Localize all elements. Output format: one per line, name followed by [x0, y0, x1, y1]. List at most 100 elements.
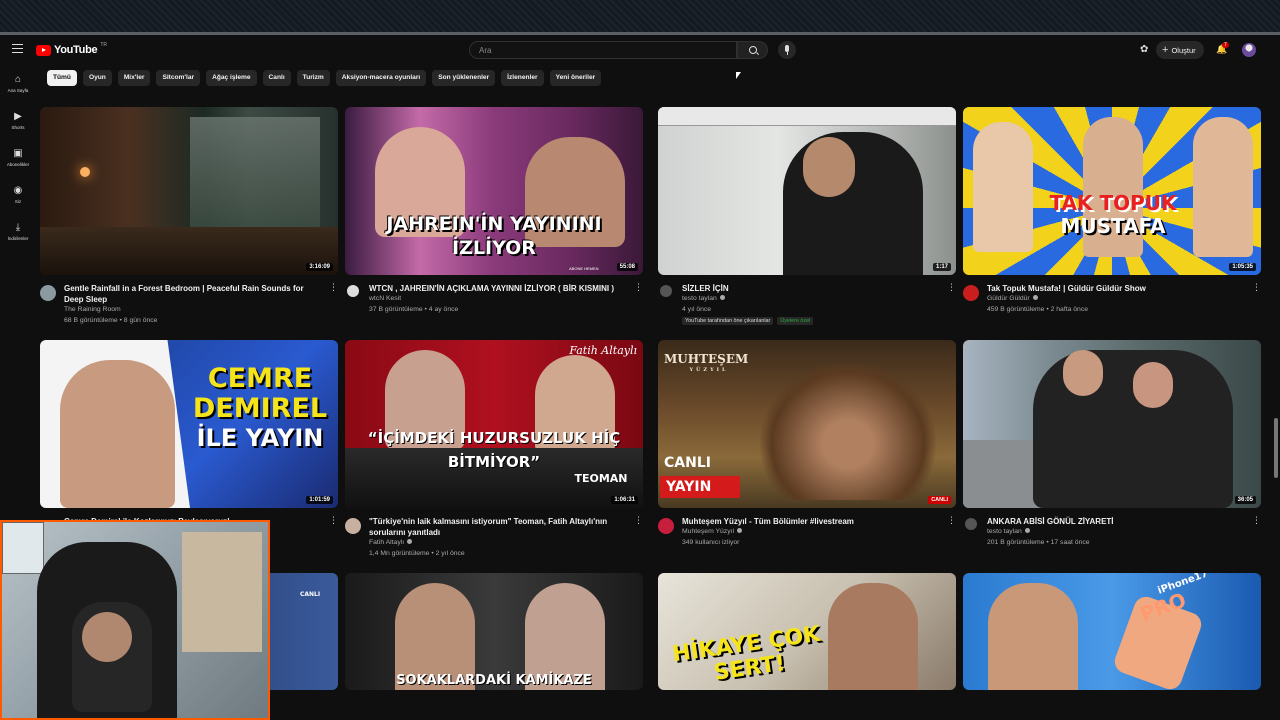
video-thumbnail[interactable]: SOKAKLARDAKİ KAMİKAZE: [345, 573, 643, 690]
video-thumbnail[interactable]: MUHTEŞEM YÜZYIL CANLI YAYIN CANLI: [658, 340, 956, 508]
video-card[interactable]: 1:17 SİZLER İÇİN testo taylan 4 yıl önce…: [658, 107, 956, 335]
thumbnail-text-line3: İLE YAYIN: [196, 424, 324, 452]
video-thumbnail[interactable]: TAK TOPUK MUSTAFA 1:05:35: [963, 107, 1261, 275]
video-stats: 201 B görüntüleme • 17 saat önce: [987, 539, 1090, 546]
video-thumbnail[interactable]: “İÇİMDEKİ HUZURSUZLUK HİÇ BİTMİYOR” TEOM…: [345, 340, 643, 508]
video-thumbnail[interactable]: JAHREIN'İN YAYININI İZLİYOR ABONE HEMEN …: [345, 107, 643, 275]
video-title[interactable]: Tak Topuk Mustafa! | Güldür Güldür Show: [987, 283, 1245, 294]
video-thumbnail[interactable]: HİKAYE ÇOK SERT!: [658, 573, 956, 690]
more-options-icon[interactable]: ⋮: [947, 283, 956, 292]
chip-gaming[interactable]: Oyun: [82, 70, 112, 86]
thumbnail-logo: MUHTEŞEM: [664, 352, 749, 366]
channel-avatar[interactable]: [660, 285, 672, 297]
more-options-icon[interactable]: ⋮: [634, 283, 643, 292]
youtube-logo[interactable]: YouTube TR: [36, 42, 107, 56]
channel-name[interactable]: wtcN Kesit: [369, 295, 401, 302]
cast-icon[interactable]: ✿: [1140, 45, 1150, 55]
video-title[interactable]: ANKARA ABİSİ GÖNÜL ZİYARETİ: [987, 516, 1245, 527]
chip-tourism[interactable]: Turizm: [296, 70, 330, 86]
channel-avatar[interactable]: [345, 518, 361, 534]
more-options-icon[interactable]: ⋮: [634, 516, 643, 525]
channel-name-text: Fatih Altaylı: [369, 539, 405, 546]
video-tags: YouTube tarafından öne çıkarılanlar Üyel…: [682, 317, 814, 325]
channel-avatar[interactable]: [965, 518, 977, 530]
channel-name[interactable]: testo taylan: [682, 295, 725, 302]
video-card[interactable]: TAK TOPUK MUSTAFA 1:05:35 Tak Topuk Must…: [963, 107, 1261, 335]
thumbnail-text-line2: DEMIREL: [192, 393, 328, 424]
video-card[interactable]: 36:05 ANKARA ABİSİ GÖNÜL ZİYARETİ testo …: [963, 340, 1261, 568]
sidebar-item-subscriptions[interactable]: ▣ Abonelikler: [0, 148, 36, 168]
chip-all[interactable]: Tümü: [47, 70, 77, 86]
search-input[interactable]: Ara: [469, 41, 737, 59]
man-face-1: [1063, 350, 1103, 396]
create-button[interactable]: + Oluştur: [1156, 41, 1204, 59]
streamer-overlay-top-band: [0, 0, 1280, 34]
chip-sitcoms[interactable]: Sitcom'lar: [156, 70, 201, 86]
voice-search-button[interactable]: [778, 41, 796, 59]
video-duration: 1:01:59: [306, 496, 333, 504]
chip-action-adventure[interactable]: Aksiyon-macera oyunları: [335, 70, 427, 86]
search-button[interactable]: [737, 41, 768, 59]
more-options-icon[interactable]: ⋮: [1252, 283, 1261, 292]
more-options-icon[interactable]: ⋮: [1252, 516, 1261, 525]
chip-new-to-you[interactable]: Yeni öneriler: [549, 70, 602, 86]
video-thumbnail[interactable]: 36:05: [963, 340, 1261, 508]
channel-avatar[interactable]: [40, 285, 56, 301]
video-card[interactable]: 3:16:09 Gentle Rainfall in a Forest Bedr…: [40, 107, 338, 335]
video-card[interactable]: JAHREIN'İN YAYININI İZLİYOR ABONE HEMEN …: [345, 107, 643, 335]
chip-mixes[interactable]: Mix'ler: [117, 70, 151, 86]
video-duration: 1:06:31: [611, 496, 638, 504]
channel-avatar[interactable]: [963, 285, 979, 301]
sidebar-item-label: İndirilenler: [7, 236, 29, 241]
verified-icon: [1024, 528, 1030, 533]
menu-icon[interactable]: [12, 44, 23, 53]
subscriptions-icon: ▣: [13, 148, 23, 159]
video-title[interactable]: WTCN , JAHREIN'İN AÇIKLAMA YAYINNI İZLİY…: [369, 283, 627, 294]
home-icon: ⌂: [14, 74, 22, 85]
video-card[interactable]: HİKAYE ÇOK SERT!: [658, 573, 956, 690]
channel-name[interactable]: Güldür Güldür: [987, 295, 1038, 302]
thumbnail-canli: CANLI: [664, 455, 711, 471]
featured-tag: YouTube tarafından öne çıkarılanlar: [682, 317, 774, 325]
video-title[interactable]: Muhteşem Yüzyıl - Tüm Bölümler #livestre…: [682, 516, 940, 527]
notification-count: 7: [1222, 42, 1229, 48]
account-avatar[interactable]: [1242, 43, 1256, 57]
more-options-icon[interactable]: ⋮: [947, 516, 956, 525]
sidebar-item-home[interactable]: ⌂ Ana Sayfa: [0, 74, 36, 94]
video-title[interactable]: SİZLER İÇİN: [682, 283, 940, 294]
actor-1: [973, 122, 1033, 252]
chip-recently-uploaded[interactable]: Son yüklenenler: [432, 70, 496, 86]
channel-name[interactable]: The Raining Room: [64, 306, 121, 313]
sidebar-item-you[interactable]: ◉ Siz: [0, 186, 36, 205]
channel-name[interactable]: testo taylan: [987, 528, 1030, 535]
video-thumbnail[interactable]: 1:17: [658, 107, 956, 275]
more-options-icon[interactable]: ⋮: [329, 516, 338, 525]
logo-country-code: TR: [100, 42, 107, 48]
actor-3: [1193, 117, 1253, 257]
video-duration: 3:16:09: [306, 263, 333, 271]
sidebar-item-downloads[interactable]: ⤓ İndirilenler: [0, 223, 36, 242]
video-title[interactable]: Gentle Rainfall in a Forest Bedroom | Pe…: [64, 283, 322, 305]
video-card[interactable]: “İÇİMDEKİ HUZURSUZLUK HİÇ BİTMİYOR” TEOM…: [345, 340, 643, 568]
channel-name[interactable]: Muhteşem Yüzyıl: [682, 528, 743, 535]
channel-avatar[interactable]: [658, 518, 674, 534]
video-thumbnail[interactable]: iPhone17 PRO: [963, 573, 1261, 690]
channel-avatar[interactable]: [347, 285, 359, 297]
video-card[interactable]: iPhone17 PRO: [963, 573, 1261, 690]
video-title[interactable]: "Türkiye'nin laik kalmasını istiyorum" T…: [369, 516, 627, 538]
sidebar-item-shorts[interactable]: ▶ Shorts: [0, 112, 36, 131]
video-card[interactable]: SOKAKLARDAKİ KAMİKAZE: [345, 573, 643, 690]
more-options-icon[interactable]: ⋮: [329, 283, 338, 292]
chip-woodworking[interactable]: Ağaç işleme: [206, 70, 257, 86]
video-thumbnail[interactable]: CEMRE DEMIREL İLE YAYIN 1:01:59: [40, 340, 338, 508]
video-card[interactable]: MUHTEŞEM YÜZYIL CANLI YAYIN CANLI Muhteş…: [658, 340, 956, 568]
video-stats: 1,4 Mn görüntüleme • 2 yıl önce: [369, 550, 465, 557]
scrollbar-thumb[interactable]: [1274, 418, 1278, 478]
streamer-face: [60, 360, 175, 508]
thumbnail-text-line1: TAK TOPUK: [1049, 191, 1177, 215]
chip-live[interactable]: Canlı: [262, 70, 291, 86]
video-stats: 4 yıl önce: [682, 306, 712, 313]
video-thumbnail[interactable]: 3:16:09: [40, 107, 338, 275]
channel-name[interactable]: Fatih Altaylı: [369, 539, 413, 546]
chip-watched[interactable]: İzlenenler: [501, 70, 544, 86]
